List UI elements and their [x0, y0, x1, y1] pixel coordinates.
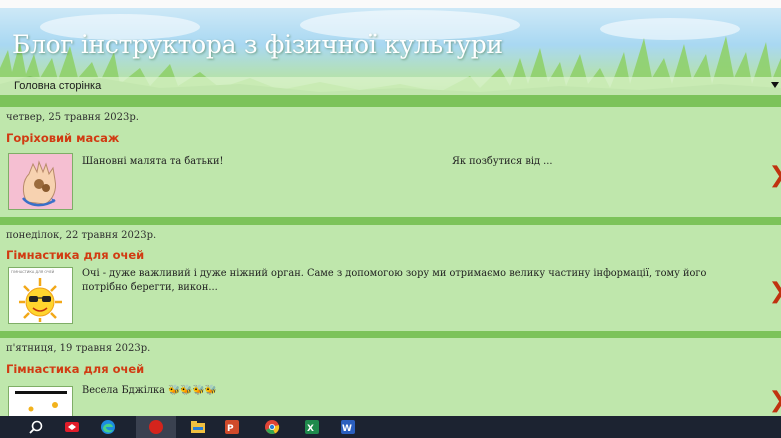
post-title[interactable]: Горіховий масаж: [6, 131, 119, 145]
bee-image: [9, 387, 72, 417]
cast-app-icon[interactable]: [64, 419, 80, 435]
page-nav-select[interactable]: Головна сторінка: [0, 77, 781, 95]
post-item: п'ятниця, 19 травня 2023р. Гімнастика дл…: [0, 338, 781, 417]
post-thumbnail[interactable]: [8, 153, 73, 210]
post-date: п'ятниця, 19 травня 2023р.: [6, 343, 151, 354]
chevron-right-icon[interactable]: ❯: [769, 390, 781, 412]
post-item: четвер, 25 травня 2023р. Горіховий масаж…: [0, 107, 781, 217]
top-edge: [0, 0, 781, 8]
post-snippet: Очі - дуже важливий і дуже ніжний орган.…: [82, 268, 707, 293]
powerpoint-icon[interactable]: P: [224, 419, 240, 435]
post-item: понеділок, 22 травня 2023р. Гімнастика д…: [0, 225, 781, 331]
chrome-browser-icon[interactable]: [264, 419, 280, 435]
svg-text:W: W: [342, 424, 352, 434]
divider: [0, 97, 781, 107]
post-date: понеділок, 22 травня 2023р.: [6, 230, 157, 241]
post-title[interactable]: Гімнастика для очей: [6, 362, 144, 376]
windows-taskbar: P X W: [0, 416, 781, 438]
chevron-right-icon[interactable]: ❯: [769, 281, 781, 303]
post-snippet: Як позбутися від ...: [452, 156, 553, 167]
svg-text:P: P: [227, 424, 234, 434]
edge-browser-icon[interactable]: [100, 419, 116, 435]
post-thumbnail[interactable]: ГІМНАСТИКА ДЛЯ ОЧЕЙ: [8, 267, 73, 324]
nav-selected-page[interactable]: Головна сторінка: [14, 78, 101, 94]
post-snippet-text: Весела Бджілка: [82, 385, 166, 396]
bee-icon: 🐝🐝🐝🐝: [168, 385, 217, 396]
blog-title[interactable]: Блог інструктора з фізичної культури: [12, 30, 503, 59]
svg-text:X: X: [307, 424, 314, 434]
post-snippet: Весела Бджілка 🐝🐝🐝🐝: [82, 384, 217, 398]
thumb-caption: ГІМНАСТИКА ДЛЯ ОЧЕЙ: [11, 270, 55, 274]
divider: [0, 217, 781, 225]
word-icon[interactable]: W: [340, 419, 356, 435]
excel-icon[interactable]: X: [304, 419, 320, 435]
hand-walnut-image: [9, 154, 72, 209]
post-thumbnail[interactable]: [8, 386, 73, 417]
triangle-down-icon[interactable]: [771, 82, 779, 88]
post-snippet: Шановні малята та батьки!: [82, 156, 224, 167]
post-title[interactable]: Гімнастика для очей: [6, 248, 144, 262]
divider: [0, 331, 781, 338]
sun-with-glasses-image: [9, 268, 72, 323]
post-date: четвер, 25 травня 2023р.: [6, 112, 139, 123]
search-icon[interactable]: [28, 419, 44, 435]
active-app-icon[interactable]: [148, 419, 164, 435]
file-explorer-icon[interactable]: [190, 419, 206, 435]
chevron-right-icon[interactable]: ❯: [769, 165, 781, 187]
